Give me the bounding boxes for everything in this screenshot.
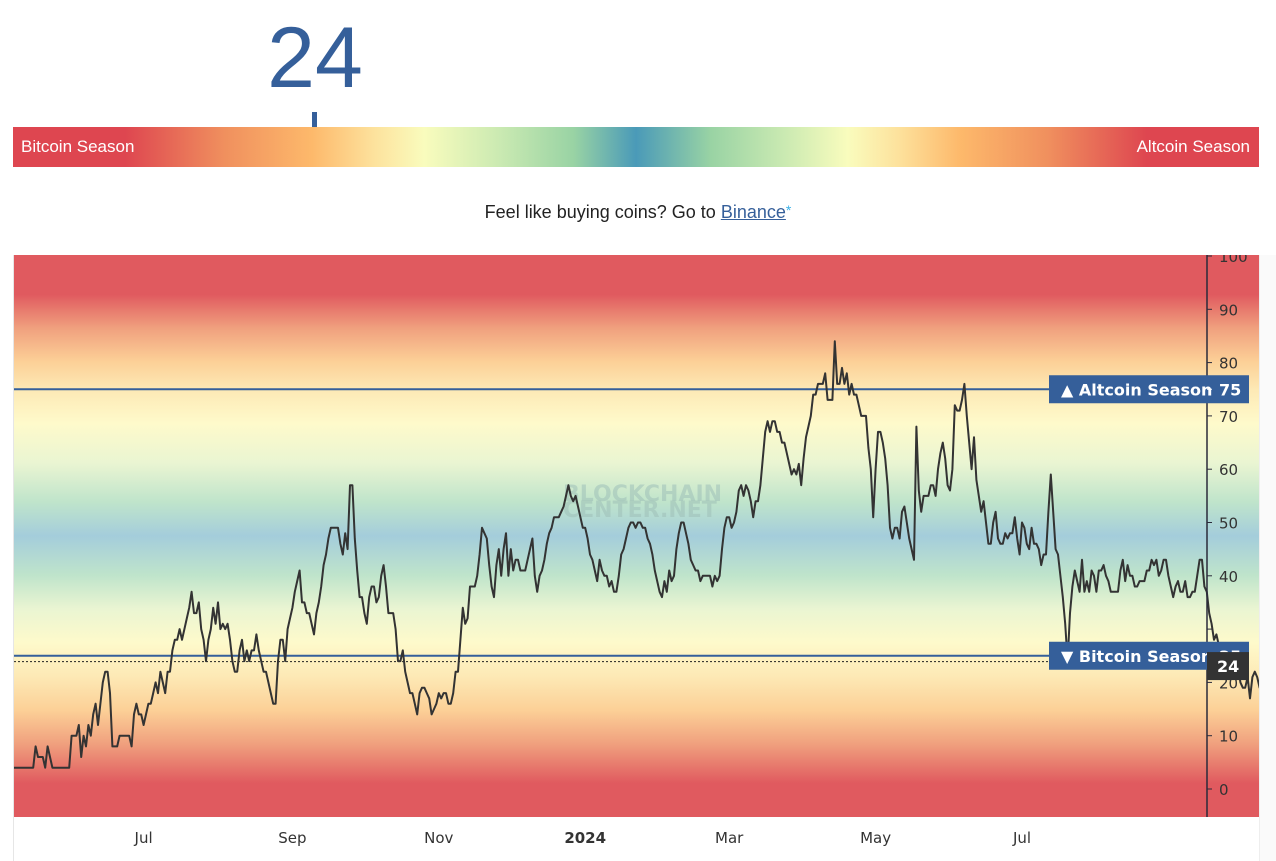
gauge-label-bitcoin-season: Bitcoin Season xyxy=(21,137,135,156)
y-tick-label: 100 xyxy=(1219,255,1248,266)
reference-label-text: ▼ Bitcoin Season xyxy=(1061,647,1212,666)
y-axis: 01020405060708090100 xyxy=(1206,255,1248,817)
x-tick-label: 2024 xyxy=(564,829,606,847)
current-value-text: 24 xyxy=(1217,657,1239,676)
chart-svg: BLOCKCHAIN CENTER.NET 010204050607080901… xyxy=(14,255,1259,847)
x-tick-label: Mar xyxy=(715,829,744,847)
reference-label-altcoin-season: ▲ Altcoin Season 75 xyxy=(1049,375,1249,404)
altcoin-season-chart[interactable]: BLOCKCHAIN CENTER.NET 0 10 20 40 50 60 70 80 90 1… xyxy=(13,255,1259,861)
x-tick-label: Sep xyxy=(278,829,306,847)
y-tick-label: 50 xyxy=(1219,515,1238,533)
promo-text: Feel like buying coins? Go to xyxy=(484,202,721,222)
y-tick-label: 10 xyxy=(1219,728,1238,746)
reference-label-text: ▲ Altcoin Season xyxy=(1061,380,1212,399)
gauge-label-altcoin-season: Altcoin Season xyxy=(1136,137,1250,156)
watermark-line-2: CENTER.NET xyxy=(563,498,717,523)
binance-link[interactable]: Binance xyxy=(721,202,786,222)
y-tick-label: 80 xyxy=(1219,355,1238,373)
y-tick-label: 60 xyxy=(1219,461,1238,479)
current-value-label: 24 xyxy=(1207,652,1249,681)
page-scrollbar-gutter xyxy=(1259,255,1276,861)
x-tick-label: Jul xyxy=(134,829,153,847)
index-current-value: 24 xyxy=(267,10,363,106)
season-gauge-bar: Bitcoin Season Altcoin Season xyxy=(13,127,1259,167)
y-tick-label: 40 xyxy=(1219,568,1238,586)
x-tick-label: Jul xyxy=(1012,829,1031,847)
x-axis: Jul Sep Nov 2024 Mar May Jul xyxy=(134,829,1032,847)
reference-lines xyxy=(14,388,1207,663)
series-group xyxy=(14,340,1259,769)
y-tick-label: 70 xyxy=(1219,408,1238,426)
watermark: BLOCKCHAIN CENTER.NET xyxy=(563,482,722,523)
promo-line: Feel like buying coins? Go to Binance* xyxy=(0,202,1276,223)
reference-label-value: 75 xyxy=(1219,380,1241,399)
series-line-altcoin-season-index xyxy=(14,340,1259,769)
x-tick-label: May xyxy=(860,829,891,847)
y-tick-label: 0 xyxy=(1219,781,1229,799)
x-tick-label: Nov xyxy=(424,829,453,847)
y-tick-label: 90 xyxy=(1219,301,1238,319)
promo-asterisk: * xyxy=(785,202,792,218)
